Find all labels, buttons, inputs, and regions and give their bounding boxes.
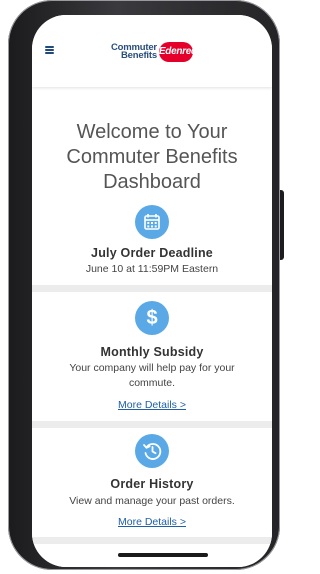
order-history-text: View and manage your past orders. <box>69 495 235 507</box>
monthly-subsidy-title: Monthly Subsidy <box>100 345 204 359</box>
history-icon <box>135 434 169 468</box>
hamburger-menu-icon[interactable] <box>45 46 54 54</box>
july-order-deadline-title: July Order Deadline <box>91 246 213 260</box>
dollar-icon: $ <box>135 301 169 335</box>
page-title-line1: Welcome to Your <box>76 121 228 143</box>
order-history-more-details-link[interactable]: More Details > <box>32 516 272 528</box>
july-order-deadline-text: June 10 at 11:59PM Eastern <box>85 263 219 275</box>
edenred-badge: Edenred <box>158 42 197 62</box>
order-history-title: Order History <box>110 477 194 491</box>
dashboard-content: Welcome to Your Commuter Benefits Dashbo… <box>32 87 272 567</box>
section-divider <box>32 421 272 428</box>
monthly-subsidy-text: Your company will help pay for your comm… <box>42 361 262 391</box>
page-title: Welcome to Your Commuter Benefits Dashbo… <box>32 120 272 195</box>
logo-line-benefits: Benefits <box>121 50 157 61</box>
home-indicator[interactable] <box>118 553 208 557</box>
phone-screen: Commuter Benefits Edenred Welcome to You… <box>32 15 272 567</box>
page-title-line2: Commuter Benefits <box>66 146 238 168</box>
monthly-subsidy-text-line2: commute. <box>128 377 176 389</box>
app-header: Commuter Benefits Edenred <box>32 15 272 87</box>
section-divider <box>32 285 272 292</box>
phone-frame: Commuter Benefits Edenred Welcome to You… <box>8 0 280 570</box>
phone-side-button <box>280 190 284 260</box>
monthly-subsidy-text-line1: Your company will help pay for your <box>69 362 235 374</box>
calendar-icon <box>135 205 169 239</box>
page-title-line3: Dashboard <box>103 171 201 193</box>
logo-wordmark: Commuter Benefits <box>111 43 157 61</box>
brand-logo[interactable]: Commuter Benefits Edenred <box>111 39 197 65</box>
section-divider <box>32 537 272 544</box>
monthly-subsidy-more-details-link[interactable]: More Details > <box>32 399 272 411</box>
